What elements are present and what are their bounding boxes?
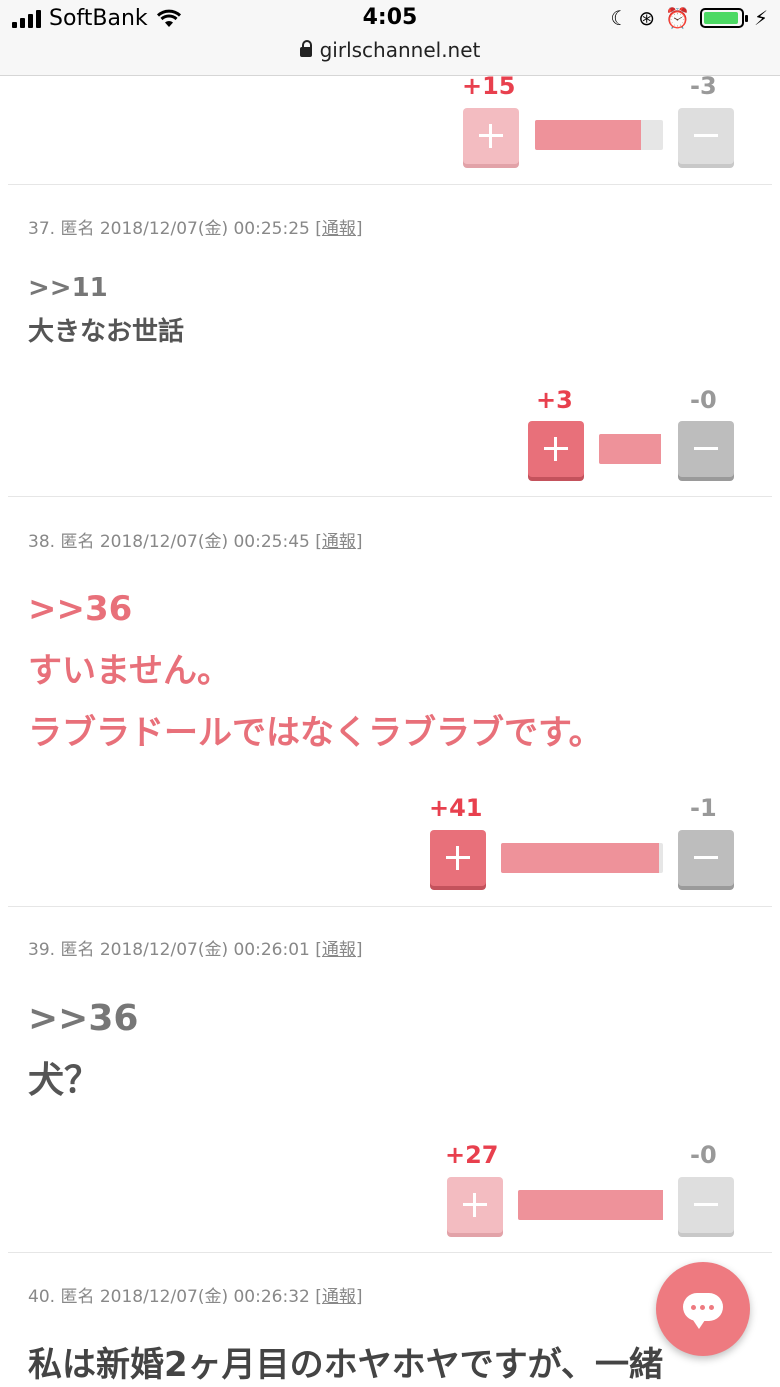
comment-meta: 38. 匿名 2018/12/07(金) 00:25:45 [通報] xyxy=(28,527,363,552)
plus-count: +3 xyxy=(536,386,573,414)
reply-anchor-link[interactable]: >>11 xyxy=(28,266,184,310)
plus-count: +27 xyxy=(445,1141,499,1169)
battery-icon xyxy=(699,8,748,28)
address-bar[interactable]: girlschannel.net xyxy=(0,38,780,62)
plus-button[interactable] xyxy=(528,421,584,477)
reply-anchor-link[interactable]: >>36 xyxy=(28,578,603,640)
report-link[interactable]: [通報] xyxy=(315,940,362,960)
minus-count: -0 xyxy=(690,386,717,414)
comment-meta: 39. 匿名 2018/12/07(金) 00:26:01 [通報] xyxy=(28,935,363,960)
moon-icon: ☾ xyxy=(610,6,629,30)
comment-body: >>36 犬？ xyxy=(28,988,138,1112)
comment-body: >>36 すいません。 ラブラドールではなくラブラブです。 xyxy=(28,578,603,764)
comment-info: 37. 匿名 2018/12/07(金) 00:25:25 xyxy=(28,219,316,239)
plus-count: +15 xyxy=(462,72,516,100)
plus-button[interactable] xyxy=(447,1177,503,1233)
status-icons: ☾ ⊛ ⏰ ⚡ xyxy=(610,6,768,30)
comment-divider xyxy=(8,906,772,907)
minus-button[interactable] xyxy=(678,421,734,477)
comment-text: 大きなお世話 xyxy=(28,317,185,347)
minus-count: -3 xyxy=(690,72,717,100)
comment-divider xyxy=(8,1252,772,1253)
alarm-icon: ⏰ xyxy=(665,6,690,30)
url-text: girlschannel.net xyxy=(319,38,481,62)
lock-icon xyxy=(299,39,312,57)
reply-anchor-link[interactable]: >>36 xyxy=(28,988,138,1050)
vote-ratio-bar xyxy=(535,120,663,150)
status-bar: SoftBank 4:05 ☾ ⊛ ⏰ ⚡ girlschannel.net xyxy=(0,0,780,76)
vote-ratio-bar xyxy=(599,434,661,464)
chat-button[interactable] xyxy=(656,1262,750,1356)
minus-button[interactable] xyxy=(678,830,734,886)
vote-ratio-bar xyxy=(518,1190,663,1220)
plus-button[interactable] xyxy=(463,108,519,164)
comment-meta: 37. 匿名 2018/12/07(金) 00:25:25 [通報] xyxy=(28,214,363,239)
charging-icon: ⚡ xyxy=(753,6,768,30)
comment-text: すいません。 xyxy=(28,651,231,691)
minus-button[interactable] xyxy=(678,108,734,164)
comment-body: 私は新婚2ヶ月目のホヤホヤですが、一緒 xyxy=(28,1334,768,1387)
minus-button[interactable] xyxy=(678,1177,734,1233)
comment-divider xyxy=(8,496,772,497)
comment-body: >>11 大きなお世話 xyxy=(28,266,184,354)
minus-count: -1 xyxy=(690,794,717,822)
comment-text: 私は新婚2ヶ月目のホヤホヤですが、一緒 xyxy=(28,1345,663,1385)
plus-button[interactable] xyxy=(430,830,486,886)
comment-info: 40. 匿名 2018/12/07(金) 00:26:32 xyxy=(28,1287,316,1307)
orientation-lock-icon: ⊛ xyxy=(638,6,656,30)
vote-ratio-bar xyxy=(501,843,663,873)
chat-bubble-icon xyxy=(683,1293,723,1329)
comment-text: ラブラドールではなくラブラブです。 xyxy=(28,713,603,753)
comment-text: 犬？ xyxy=(28,1060,101,1101)
comment-meta: 40. 匿名 2018/12/07(金) 00:26:32 [通報] xyxy=(28,1282,363,1307)
report-link[interactable]: [通報] xyxy=(315,219,362,239)
report-link[interactable]: [通報] xyxy=(315,1287,362,1307)
report-link[interactable]: [通報] xyxy=(315,532,362,552)
comment-info: 39. 匿名 2018/12/07(金) 00:26:01 xyxy=(28,940,316,960)
minus-count: -0 xyxy=(690,1141,717,1169)
plus-count: +41 xyxy=(429,794,483,822)
comment-info: 38. 匿名 2018/12/07(金) 00:25:45 xyxy=(28,532,316,552)
comment-divider xyxy=(8,184,772,185)
